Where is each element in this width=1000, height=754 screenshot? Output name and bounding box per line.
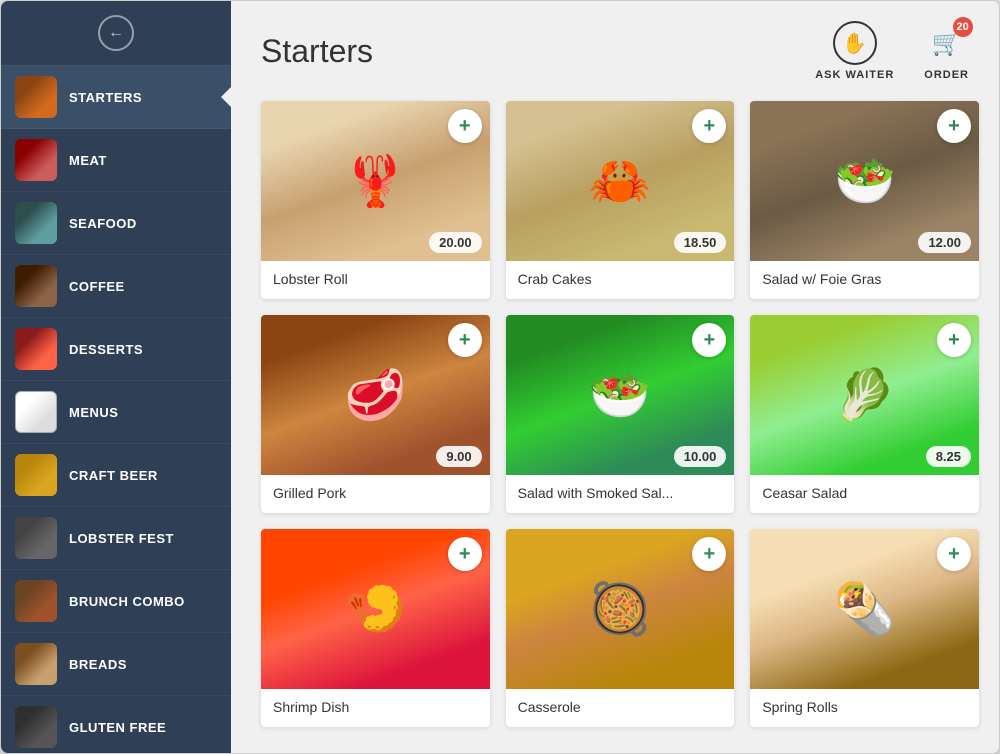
card-image-wrap-foie-gras: 🥗+12.00 — [750, 101, 979, 261]
menu-card-ceasar-salad[interactable]: 🥬+8.25Ceasar Salad — [750, 315, 979, 513]
waiter-icon-circle: ✋ — [833, 21, 877, 65]
add-button-grilled-pork[interactable]: + — [448, 323, 482, 357]
sidebar-thumb-menus — [15, 391, 57, 433]
header-actions: ✋ ASK WAITER 🛒 20 ORDER — [815, 21, 969, 81]
card-image-wrap-rolls: 🌯+ — [750, 529, 979, 689]
add-button-rolls[interactable]: + — [937, 537, 971, 571]
sidebar-thumb-lobster — [15, 517, 57, 559]
back-icon: ← — [108, 24, 124, 42]
menu-card-lobster-roll[interactable]: 🦞+20.00Lobster Roll — [261, 101, 490, 299]
menu-card-rolls[interactable]: 🌯+Spring Rolls — [750, 529, 979, 727]
sidebar-label-glutenfree: GLUTEN FREE — [69, 720, 166, 735]
sidebar-item-desserts[interactable]: DESSERTS — [1, 318, 231, 381]
price-tag-crab-cakes: 18.50 — [674, 232, 727, 253]
sidebar-item-coffee[interactable]: COFFEE — [1, 255, 231, 318]
add-button-foie-gras[interactable]: + — [937, 109, 971, 143]
card-title-crab-cakes: Crab Cakes — [506, 261, 735, 299]
price-tag-foie-gras: 12.00 — [918, 232, 971, 253]
back-button[interactable]: ← — [98, 15, 134, 51]
card-title-rolls: Spring Rolls — [750, 689, 979, 727]
sidebar-item-meat[interactable]: MEAT — [1, 129, 231, 192]
card-image-wrap-crab-cakes: 🦀+18.50 — [506, 101, 735, 261]
sidebar-thumb-meat — [15, 139, 57, 181]
sidebar-thumb-coffee — [15, 265, 57, 307]
card-image-wrap-lobster-roll: 🦞+20.00 — [261, 101, 490, 261]
card-title-ceasar-salad: Ceasar Salad — [750, 475, 979, 513]
app-frame: ← STARTERS MEAT SEAFOOD COFFEE DESSERTS MENUS… — [0, 0, 1000, 754]
card-title-shrimp: Shrimp Dish — [261, 689, 490, 727]
sidebar-label-lobster: LOBSTER FEST — [69, 531, 174, 546]
menu-grid: 🦞+20.00Lobster Roll🦀+18.50Crab Cakes🥗+12… — [231, 91, 999, 753]
card-image-wrap-ceasar-salad: 🥬+8.25 — [750, 315, 979, 475]
order-button[interactable]: 🛒 20 ORDER — [924, 21, 969, 81]
sidebar-label-meat: MEAT — [69, 153, 107, 168]
sidebar-item-seafood[interactable]: SEAFOOD — [1, 192, 231, 255]
card-image-wrap-casserole: 🥘+ — [506, 529, 735, 689]
sidebar-label-starters: STARTERS — [69, 90, 142, 105]
ask-waiter-button[interactable]: ✋ ASK WAITER — [815, 21, 894, 81]
sidebar-thumb-glutenfree — [15, 706, 57, 748]
sidebar-label-seafood: SEAFOOD — [69, 216, 137, 231]
page-title: Starters — [261, 33, 373, 70]
menu-card-grilled-pork[interactable]: 🥩+9.00Grilled Pork — [261, 315, 490, 513]
sidebar-label-breads: BREADS — [69, 657, 127, 672]
sidebar-item-brunch[interactable]: BRUNCH COMBO — [1, 570, 231, 633]
sidebar-thumb-brunch — [15, 580, 57, 622]
card-image-wrap-shrimp: 🍤+ — [261, 529, 490, 689]
menu-card-smoked-sal[interactable]: 🥗+10.00Salad with Smoked Sal... — [506, 315, 735, 513]
sidebar-items-list: STARTERS MEAT SEAFOOD COFFEE DESSERTS MENUS CR… — [1, 66, 231, 753]
price-tag-ceasar-salad: 8.25 — [926, 446, 971, 467]
cart-badge: 20 — [953, 17, 973, 37]
add-button-lobster-roll[interactable]: + — [448, 109, 482, 143]
menu-card-shrimp[interactable]: 🍤+Shrimp Dish — [261, 529, 490, 727]
sidebar-item-menus[interactable]: MENUS — [1, 381, 231, 444]
main-content: Starters ✋ ASK WAITER 🛒 20 ORDER � — [231, 1, 999, 753]
cart-icon: 🛒 20 — [925, 21, 969, 65]
menu-card-casserole[interactable]: 🥘+Casserole — [506, 529, 735, 727]
card-title-smoked-sal: Salad with Smoked Sal... — [506, 475, 735, 513]
sidebar-thumb-breads — [15, 643, 57, 685]
sidebar-item-starters[interactable]: STARTERS — [1, 66, 231, 129]
header: Starters ✋ ASK WAITER 🛒 20 ORDER — [231, 1, 999, 91]
card-title-grilled-pork: Grilled Pork — [261, 475, 490, 513]
card-title-casserole: Casserole — [506, 689, 735, 727]
sidebar-label-menus: MENUS — [69, 405, 118, 420]
ask-waiter-label: ASK WAITER — [815, 69, 894, 81]
price-tag-grilled-pork: 9.00 — [436, 446, 481, 467]
waiter-hand-icon: ✋ — [842, 31, 867, 56]
sidebar-thumb-craftbeer — [15, 454, 57, 496]
menu-card-foie-gras[interactable]: 🥗+12.00Salad w/ Foie Gras — [750, 101, 979, 299]
sidebar-thumb-starters — [15, 76, 57, 118]
sidebar-item-lobster[interactable]: LOBSTER FEST — [1, 507, 231, 570]
sidebar-thumb-seafood — [15, 202, 57, 244]
sidebar-label-desserts: DESSERTS — [69, 342, 143, 357]
price-tag-lobster-roll: 20.00 — [429, 232, 482, 253]
sidebar: ← STARTERS MEAT SEAFOOD COFFEE DESSERTS MENUS… — [1, 1, 231, 753]
menu-card-crab-cakes[interactable]: 🦀+18.50Crab Cakes — [506, 101, 735, 299]
sidebar-item-craftbeer[interactable]: CRAFT BEER — [1, 444, 231, 507]
sidebar-item-breads[interactable]: BREADS — [1, 633, 231, 696]
order-label: ORDER — [924, 69, 969, 81]
sidebar-item-glutenfree[interactable]: GLUTEN FREE — [1, 696, 231, 753]
sidebar-label-coffee: COFFEE — [69, 279, 125, 294]
card-title-foie-gras: Salad w/ Foie Gras — [750, 261, 979, 299]
add-button-shrimp[interactable]: + — [448, 537, 482, 571]
sidebar-back[interactable]: ← — [1, 1, 231, 66]
sidebar-label-craftbeer: CRAFT BEER — [69, 468, 158, 483]
sidebar-thumb-desserts — [15, 328, 57, 370]
add-button-ceasar-salad[interactable]: + — [937, 323, 971, 357]
price-tag-smoked-sal: 10.00 — [674, 446, 727, 467]
card-title-lobster-roll: Lobster Roll — [261, 261, 490, 299]
card-image-wrap-smoked-sal: 🥗+10.00 — [506, 315, 735, 475]
sidebar-label-brunch: BRUNCH COMBO — [69, 594, 185, 609]
card-image-wrap-grilled-pork: 🥩+9.00 — [261, 315, 490, 475]
